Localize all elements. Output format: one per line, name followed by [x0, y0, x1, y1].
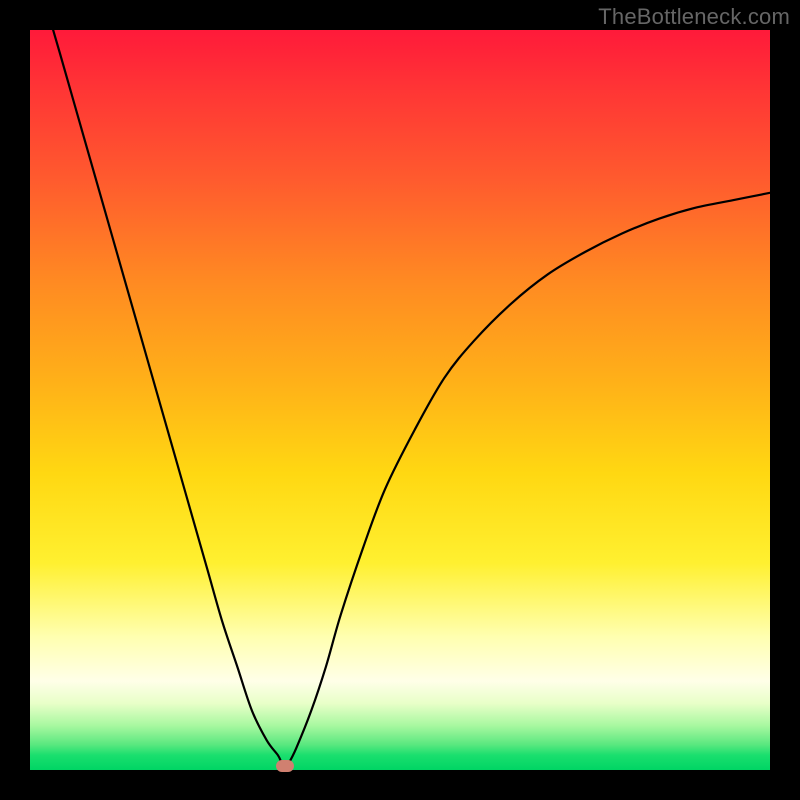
chart-plot-area	[30, 30, 770, 770]
watermark-label: TheBottleneck.com	[598, 4, 790, 30]
chart-curve-svg	[30, 30, 770, 770]
optimal-point-marker	[276, 760, 294, 772]
bottleneck-curve	[30, 30, 770, 766]
